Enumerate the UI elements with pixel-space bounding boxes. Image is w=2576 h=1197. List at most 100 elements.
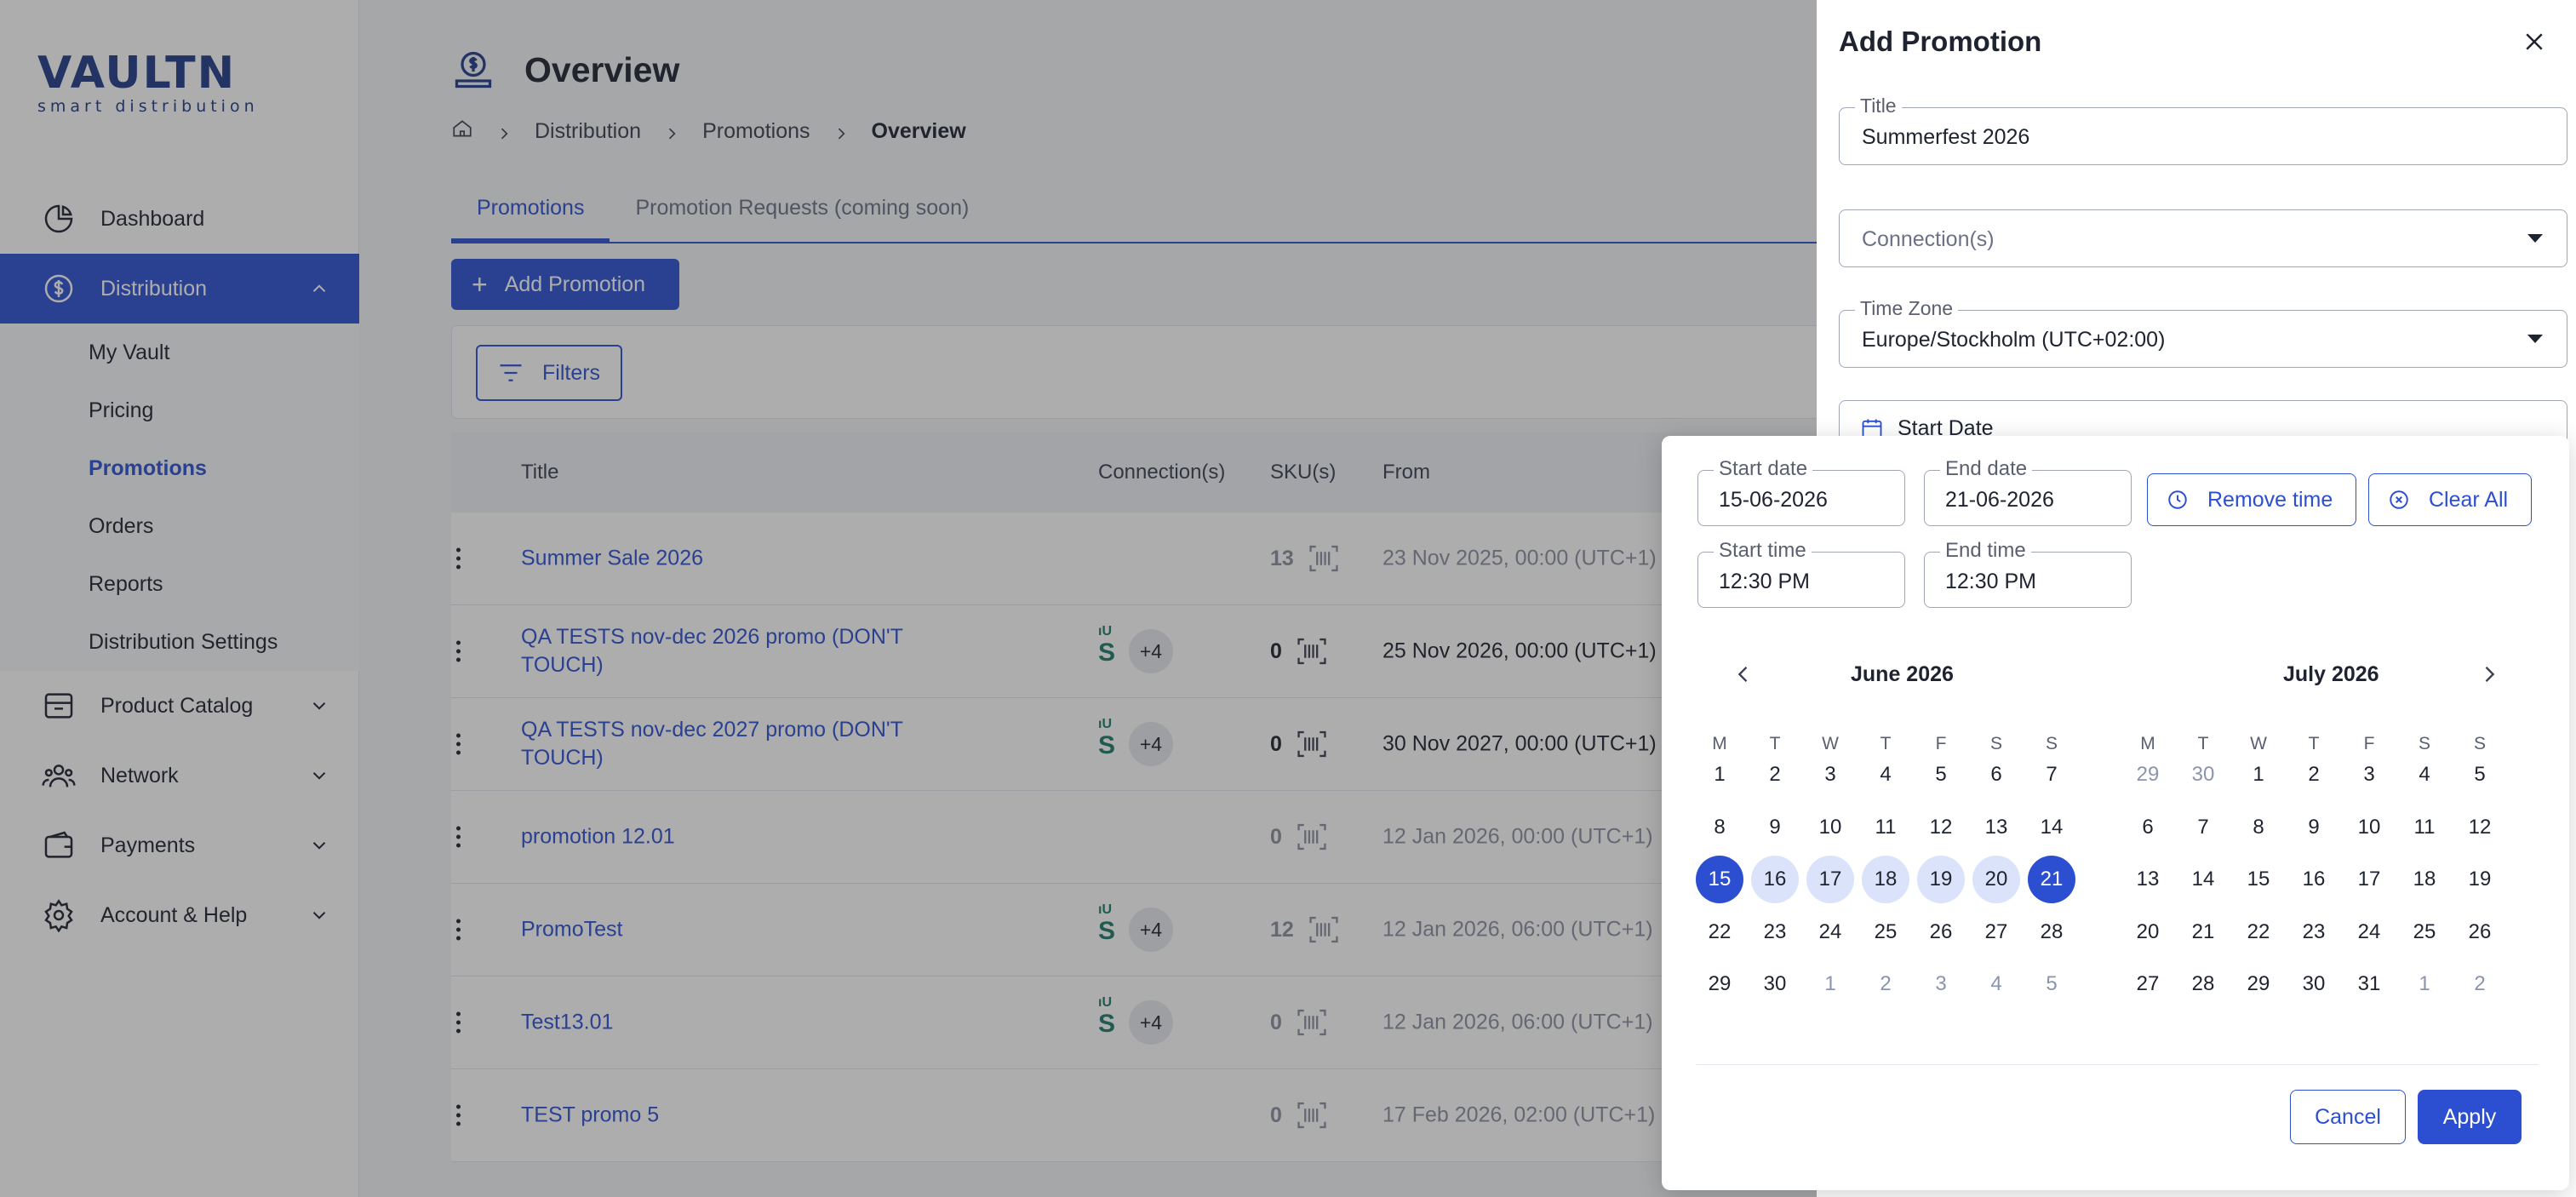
calendar-day[interactable]: 18 — [2401, 856, 2448, 903]
calendar-day[interactable]: 20 — [1972, 856, 2020, 903]
title-field-label: Title — [1855, 94, 1902, 117]
connections-placeholder: Connection(s) — [1862, 227, 1995, 251]
calendar-day[interactable]: 1 — [2401, 960, 2448, 1008]
calendar-day[interactable]: 16 — [1751, 856, 1799, 903]
end-date-input[interactable]: End date 21-06-2026 — [1924, 457, 2132, 526]
calendar-day[interactable]: 2 — [1751, 751, 1799, 799]
end-time-input[interactable]: End time 12:30 PM — [1924, 539, 2132, 608]
calendar-day[interactable]: 8 — [1696, 804, 1743, 851]
calendar-day[interactable]: 4 — [2401, 751, 2448, 799]
calendar-day[interactable]: 28 — [2179, 960, 2227, 1008]
clock-icon — [2168, 490, 2187, 509]
calendar-day[interactable]: 5 — [1917, 751, 1965, 799]
calendar-day[interactable]: 24 — [1806, 908, 1854, 956]
calendar-day[interactable]: 14 — [2179, 856, 2227, 903]
calendar-day[interactable]: 24 — [2345, 908, 2393, 956]
caret-down-icon — [2527, 234, 2543, 243]
calendar-day[interactable]: 11 — [1862, 804, 1909, 851]
remove-time-button[interactable]: Remove time — [2147, 473, 2356, 526]
clear-all-button[interactable]: Clear All — [2368, 473, 2532, 526]
calendar-day[interactable]: 20 — [2124, 908, 2172, 956]
calendar-day[interactable]: 30 — [1751, 960, 1799, 1008]
calendar-day[interactable]: 7 — [2179, 804, 2227, 851]
calendar-day[interactable]: 17 — [1806, 856, 1854, 903]
calendar-day[interactable]: 10 — [1806, 804, 1854, 851]
calendar-day[interactable]: 18 — [1862, 856, 1909, 903]
end-date-value: 21-06-2026 — [1945, 488, 2054, 512]
calendar-day[interactable]: 9 — [1751, 804, 1799, 851]
previous-month-icon[interactable] — [1732, 662, 1755, 686]
calendar-day[interactable]: 23 — [1751, 908, 1799, 956]
calendar-day[interactable]: 17 — [2345, 856, 2393, 903]
calendar-day[interactable]: 2 — [2456, 960, 2504, 1008]
calendar-day[interactable]: 30 — [2290, 960, 2338, 1008]
end-time-label: End time — [1940, 539, 2031, 563]
calendar-day[interactable]: 19 — [1917, 856, 1965, 903]
end-time-value: 12:30 PM — [1945, 570, 2037, 593]
calendar-day[interactable]: 26 — [1917, 908, 1965, 956]
calendar-day[interactable]: 27 — [2124, 960, 2172, 1008]
calendar-day[interactable]: 12 — [1917, 804, 1965, 851]
calendar-day[interactable]: 3 — [2345, 751, 2393, 799]
calendar-day[interactable]: 4 — [1972, 960, 2020, 1008]
drawer-title: Add Promotion — [1839, 26, 2042, 57]
start-date-value: 15-06-2026 — [1719, 488, 1828, 512]
calendar-day[interactable]: 4 — [1862, 751, 1909, 799]
start-time-input[interactable]: Start time 12:30 PM — [1697, 539, 1905, 608]
calendar-day[interactable]: 2 — [1862, 960, 1909, 1008]
calendar-day[interactable]: 25 — [1862, 908, 1909, 956]
close-icon[interactable] — [2522, 29, 2547, 54]
calendar-day[interactable]: 15 — [2235, 856, 2282, 903]
calendar-day[interactable]: 15 — [1696, 856, 1743, 903]
title-field-value: Summerfest 2026 — [1862, 125, 2030, 149]
date-range-picker: Start date 15-06-2026 End date 21-06-202… — [1662, 436, 2569, 1190]
apply-button[interactable]: Apply — [2418, 1090, 2522, 1144]
calendar-day[interactable]: 3 — [1806, 751, 1854, 799]
calendar-day[interactable]: 13 — [1972, 804, 2020, 851]
calendar-day[interactable]: 9 — [2290, 804, 2338, 851]
calendar-day[interactable]: 5 — [2456, 751, 2504, 799]
calendar-day[interactable]: 3 — [1917, 960, 1965, 1008]
calendar-day[interactable]: 19 — [2456, 856, 2504, 903]
title-field[interactable]: Title Summerfest 2026 — [1839, 94, 2567, 165]
calendar-day[interactable]: 11 — [2401, 804, 2448, 851]
timezone-value: Europe/Stockholm (UTC+02:00) — [1862, 328, 2166, 352]
calendar-day[interactable]: 31 — [2345, 960, 2393, 1008]
calendar-day[interactable]: 23 — [2290, 908, 2338, 956]
calendar-day[interactable]: 14 — [2028, 804, 2075, 851]
calendar-day[interactable]: 10 — [2345, 804, 2393, 851]
calendar-day[interactable]: 26 — [2456, 908, 2504, 956]
calendar-day[interactable]: 28 — [2028, 908, 2075, 956]
calendar-day[interactable]: 22 — [1696, 908, 1743, 956]
calendar-day[interactable]: 6 — [1972, 751, 2020, 799]
calendar-day[interactable]: 12 — [2456, 804, 2504, 851]
connections-select[interactable]: Connection(s) — [1839, 209, 2567, 267]
calendar-day[interactable]: 1 — [1696, 751, 1743, 799]
start-date-input[interactable]: Start date 15-06-2026 — [1697, 457, 1905, 526]
timezone-select[interactable]: Time Zone Europe/Stockholm (UTC+02:00) — [1839, 297, 2567, 368]
calendar-day[interactable]: 2 — [2290, 751, 2338, 799]
calendar-day[interactable]: 5 — [2028, 960, 2075, 1008]
clear-circle-icon — [2390, 490, 2408, 509]
remove-time-label: Remove time — [2207, 487, 2333, 512]
next-month-icon[interactable] — [2477, 662, 2501, 686]
cancel-button[interactable]: Cancel — [2290, 1090, 2406, 1144]
calendar-day[interactable]: 1 — [2235, 751, 2282, 799]
calendar-day[interactable]: 21 — [2179, 908, 2227, 956]
calendar-day[interactable]: 29 — [2124, 751, 2172, 799]
calendar-day[interactable]: 1 — [1806, 960, 1854, 1008]
end-date-label: End date — [1940, 457, 2033, 481]
calendar-day[interactable]: 25 — [2401, 908, 2448, 956]
calendar-day[interactable]: 16 — [2290, 856, 2338, 903]
calendar-day[interactable]: 13 — [2124, 856, 2172, 903]
calendar-day[interactable]: 21 — [2028, 856, 2075, 903]
calendar-day[interactable]: 27 — [1972, 908, 2020, 956]
calendar-day[interactable]: 29 — [2235, 960, 2282, 1008]
calendar-day[interactable]: 8 — [2235, 804, 2282, 851]
calendar-day[interactable]: 7 — [2028, 751, 2075, 799]
calendar-day[interactable]: 22 — [2235, 908, 2282, 956]
app: VAULTN smart distribution Dashboard Dist… — [0, 0, 2576, 1197]
calendar-day[interactable]: 29 — [1696, 960, 1743, 1008]
calendar-day[interactable]: 30 — [2179, 751, 2227, 799]
calendar-day[interactable]: 6 — [2124, 804, 2172, 851]
